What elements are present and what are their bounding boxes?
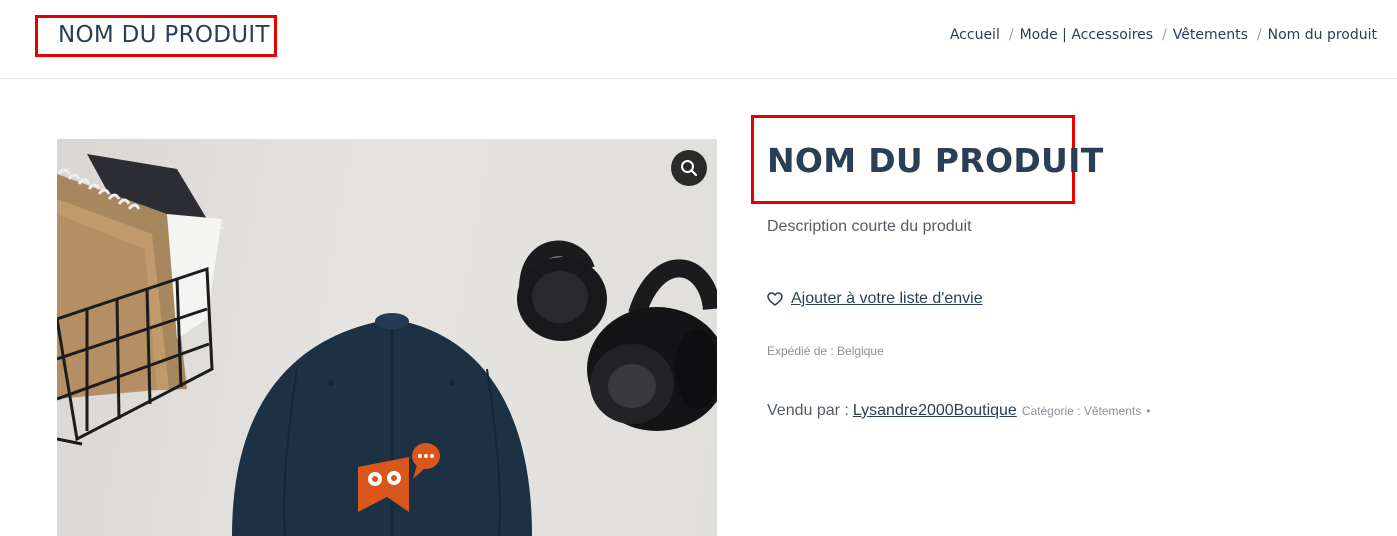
product-image[interactable] xyxy=(57,139,717,536)
breadcrumb-separator: / xyxy=(1162,27,1167,43)
breadcrumb-mode-accessoires-link[interactable]: Mode | Accessoires xyxy=(1020,27,1154,43)
breadcrumb: Accueil / Mode | Accessoires / Vêtements… xyxy=(950,27,1377,43)
breadcrumb-vetements-link[interactable]: Vêtements xyxy=(1173,27,1248,43)
breadcrumb-current: Nom du produit xyxy=(1267,27,1377,43)
product-title: NOM DU PRODUIT xyxy=(767,141,1104,180)
sold-by-label: Vendu par : xyxy=(767,402,849,419)
page-title: NOM DU PRODUIT xyxy=(58,22,270,48)
breadcrumb-separator: / xyxy=(1256,27,1262,43)
site-header: NOM DU PRODUIT Accueil / Mode | Accessoi… xyxy=(0,0,1397,79)
heart-outline-icon xyxy=(767,292,783,306)
magnifier-icon xyxy=(681,160,698,177)
shipped-from: Expédié de : Belgique xyxy=(767,344,884,358)
breadcrumb-separator: / xyxy=(1008,27,1014,43)
meta-separator-dot: • xyxy=(1146,404,1151,418)
zoom-button[interactable] xyxy=(671,150,707,186)
vendor-info: Vendu par : Lysandre2000Boutique Catégor… xyxy=(767,402,1150,420)
vendor-link[interactable]: Lysandre2000Boutique xyxy=(853,402,1017,420)
product-category: Catégorie : Vêtements xyxy=(1021,404,1142,418)
wishlist-label[interactable]: Ajouter à votre liste d'envie xyxy=(791,290,983,308)
add-to-wishlist-link[interactable]: Ajouter à votre liste d'envie xyxy=(767,290,983,308)
breadcrumb-home-link[interactable]: Accueil xyxy=(950,27,1000,43)
product-short-description: Description courte du produit xyxy=(767,218,972,235)
